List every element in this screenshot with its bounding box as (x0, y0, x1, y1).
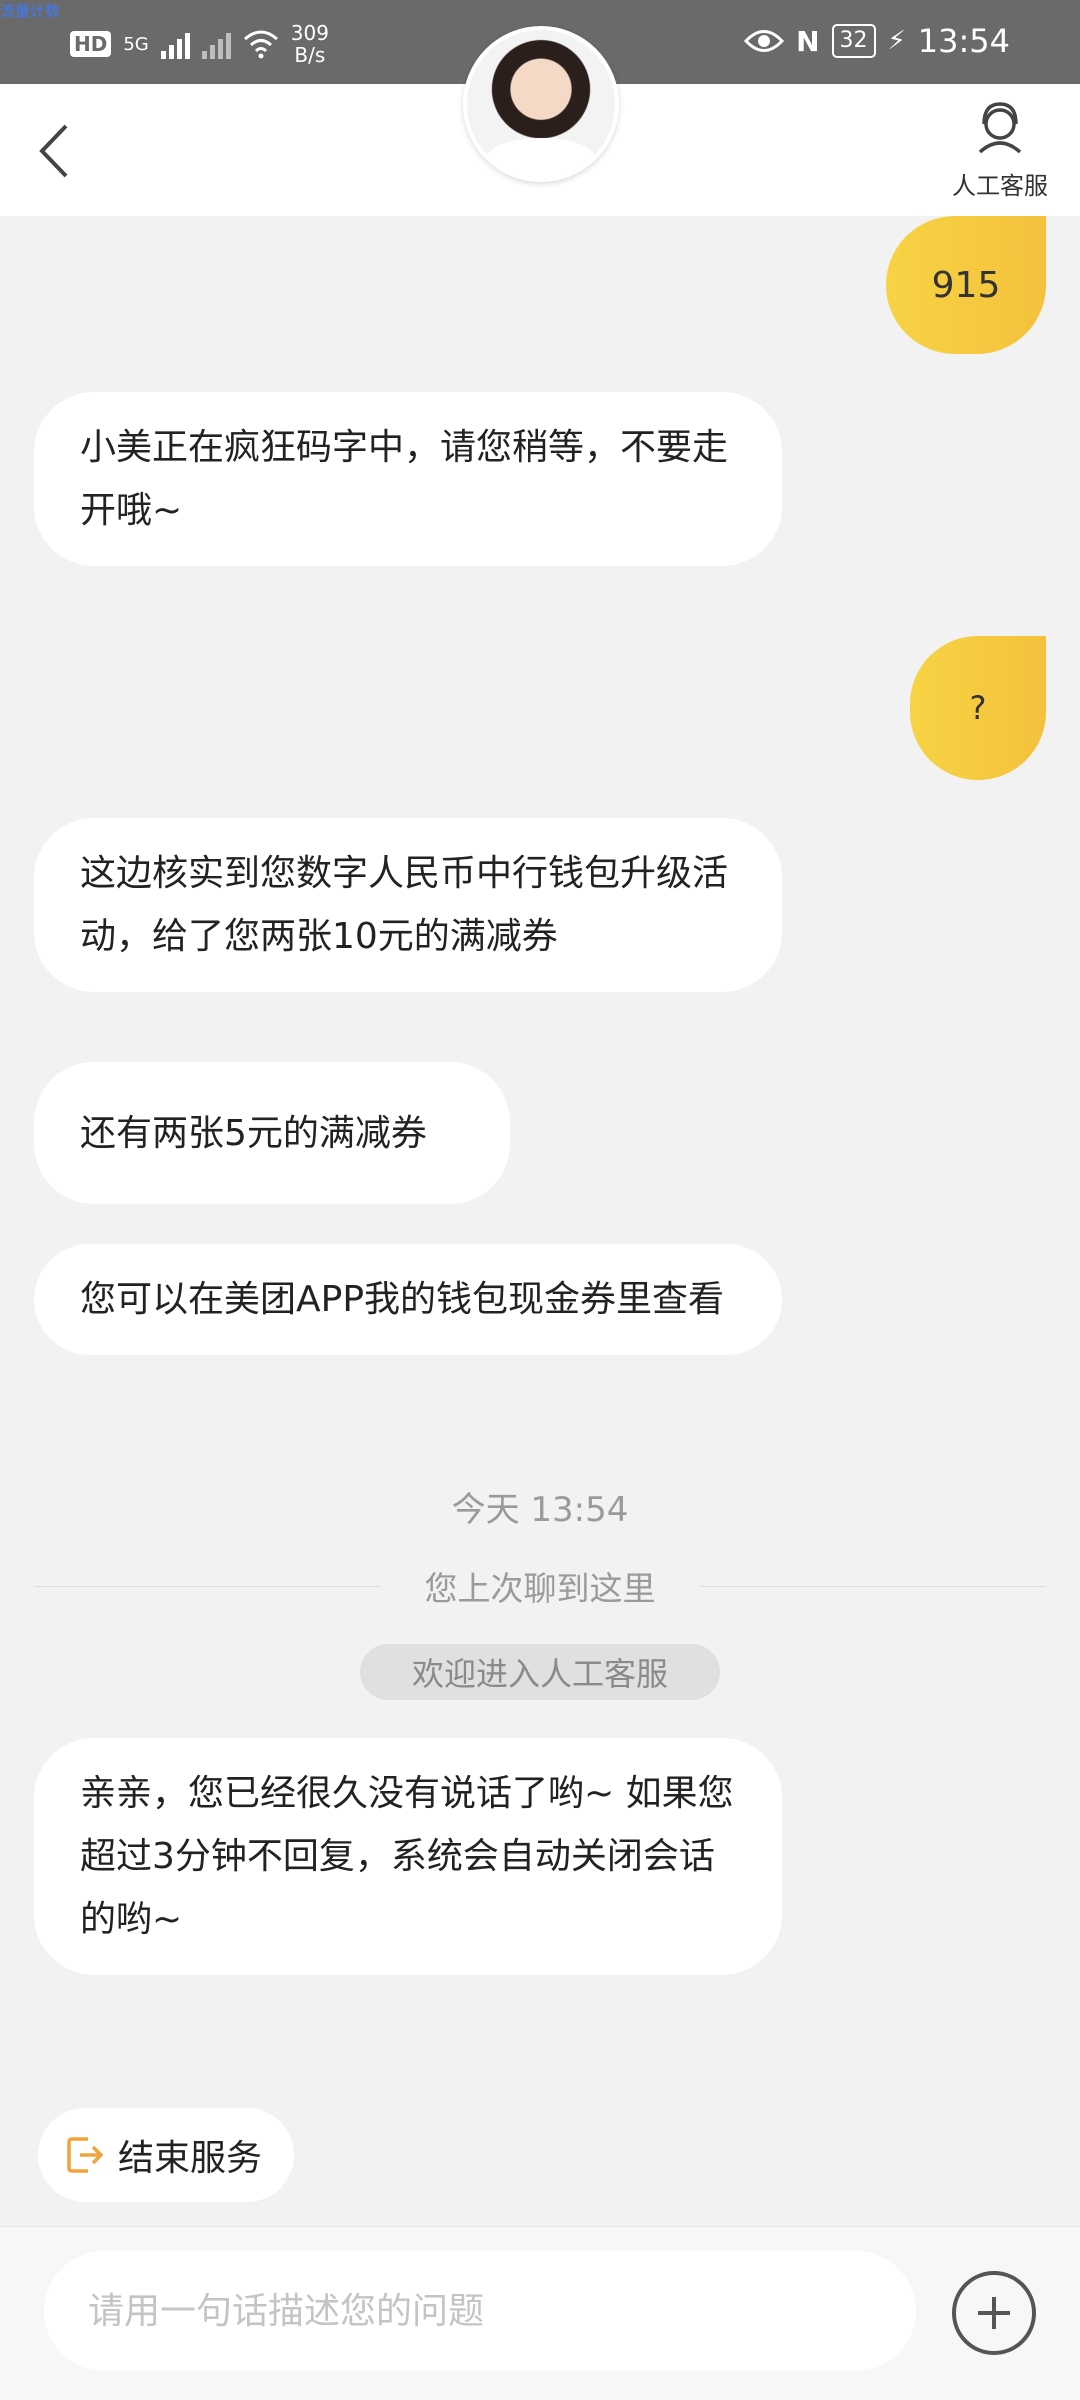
chat-area[interactable]: 915 小美正在疯狂码字中，请您稍等，不要走开哦~ ? 这边核实到您数字人民币中… (0, 216, 1080, 2076)
avatar-shirt (487, 138, 595, 178)
back-button[interactable] (30, 116, 90, 186)
net-type-label: 5G (123, 33, 149, 55)
exit-icon (67, 2137, 104, 2173)
battery-icon: 32 (831, 24, 876, 58)
last-read-divider: 您上次聊到这里 (34, 1562, 1046, 1610)
back-chevron-icon (39, 124, 68, 178)
bot-message[interactable]: 这边核实到您数字人民币中行钱包升级活动，给了您两张10元的满减券 (34, 818, 782, 992)
signal-icon (160, 29, 190, 59)
message-input[interactable] (44, 2251, 916, 2371)
wifi-icon (243, 30, 278, 59)
more-button[interactable] (952, 2271, 1036, 2355)
welcome-notice: 欢迎进入人工客服 (360, 1644, 720, 1700)
last-read-label: 您上次聊到这里 (424, 1569, 656, 1608)
human-agent-label: 人工客服 (952, 172, 1048, 200)
nfc-icon: N (796, 24, 820, 58)
human-agent-button[interactable]: 人工客服 (940, 100, 1060, 201)
eye-icon (744, 30, 785, 52)
end-service-button[interactable]: 结束服务 (38, 2108, 294, 2202)
user-message[interactable]: 915 (886, 216, 1046, 354)
speed-value: 309 (290, 21, 329, 45)
status-tag: 流量计数 (0, 2, 61, 20)
message-timestamp: 今天 13:54 (451, 1490, 629, 1530)
input-bar (0, 2226, 1080, 2400)
agent-avatar[interactable] (463, 26, 619, 182)
user-message[interactable]: ? (910, 636, 1046, 780)
signal-2-icon (201, 29, 231, 59)
status-left: HD 5G 309 B/s (70, 22, 329, 66)
headset-icon (978, 102, 1022, 154)
bot-message[interactable]: 亲亲，您已经很久没有说话了哟~ 如果您超过3分钟不回复，系统会自动关闭会话的哟~ (34, 1738, 782, 1975)
clock: 13:54 (917, 22, 1010, 60)
bot-message[interactable]: 小美正在疯狂码字中，请您稍等，不要走开哦~ (34, 392, 782, 566)
plus-icon (978, 2297, 1010, 2329)
end-service-label: 结束服务 (118, 2138, 263, 2179)
speed-unit: B/s (294, 43, 326, 67)
status-right: N 32 ⚡ 13:54 (744, 22, 1010, 60)
divider-line-right (699, 1585, 1046, 1587)
bot-message[interactable]: 还有两张5元的满减券 (34, 1062, 510, 1204)
divider-line-left (34, 1585, 381, 1587)
bot-message[interactable]: 您可以在美团APP我的钱包现金券里查看 (34, 1244, 782, 1355)
hd-badge: HD (70, 31, 112, 57)
network-speed: 309 B/s (291, 22, 329, 66)
charging-icon: ⚡ (887, 26, 906, 56)
